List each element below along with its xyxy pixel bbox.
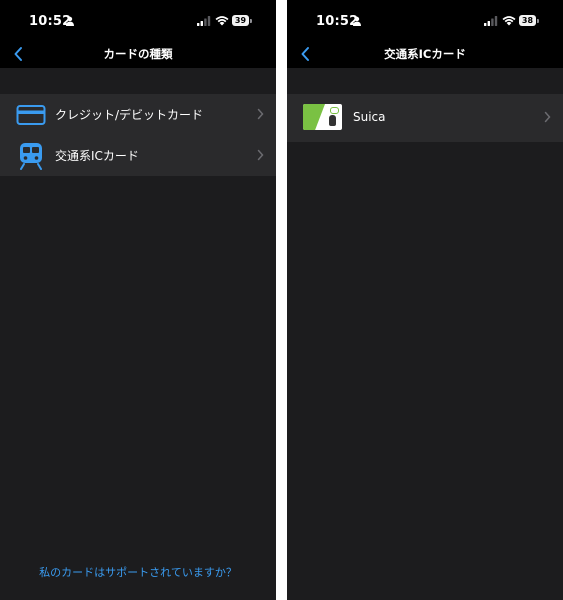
- transit-card-list: Suica: [287, 94, 563, 142]
- battery-level: 39: [234, 16, 247, 25]
- list-item-suica[interactable]: Suica: [287, 94, 563, 142]
- person-icon: [66, 16, 74, 26]
- list-item-transit-ic[interactable]: 交通系ICカード: [0, 135, 276, 176]
- chevron-right-icon: [257, 149, 264, 161]
- wifi-icon: [502, 16, 516, 26]
- battery-indicator: 38: [519, 15, 539, 26]
- card-type-list: クレジット/デビットカード 交通系ICカード: [0, 94, 276, 176]
- list-item-label: 交通系ICカード: [55, 149, 139, 163]
- wifi-icon: [215, 16, 229, 26]
- battery-level: 38: [521, 16, 534, 25]
- person-icon: [353, 16, 361, 26]
- cellular-signal-icon: [197, 16, 211, 26]
- section-spacer: [287, 68, 563, 94]
- list-item-credit-debit[interactable]: クレジット/デビットカード: [0, 94, 276, 135]
- supported-cards-link[interactable]: 私のカードはサポートされていますか？: [0, 564, 276, 580]
- list-item-label: Suica: [353, 110, 386, 124]
- status-bar: 10:52 39: [0, 0, 276, 44]
- list-item-label: クレジット/デビットカード: [55, 108, 204, 122]
- section-spacer: [0, 68, 276, 94]
- suica-card-icon: [303, 104, 342, 130]
- page-title: 交通系ICカード: [384, 47, 466, 61]
- train-icon: [20, 143, 42, 170]
- credit-card-icon: [16, 105, 46, 125]
- cellular-signal-icon: [484, 16, 498, 26]
- phone-screen-transit-ic: 10:52 38 交通系ICカード Suica: [287, 0, 563, 600]
- status-bar: 10:52 38: [287, 0, 563, 44]
- navigation-bar: カードの種類: [0, 44, 276, 68]
- chevron-right-icon: [544, 111, 551, 123]
- chevron-right-icon: [257, 108, 264, 120]
- navigation-bar: 交通系ICカード: [287, 44, 563, 68]
- battery-indicator: 39: [232, 15, 252, 26]
- phone-screen-card-types: 10:52 39 カードの種類 クレジット/デビットカード 交通系ICカード 私…: [0, 0, 276, 600]
- page-title: カードの種類: [103, 47, 173, 61]
